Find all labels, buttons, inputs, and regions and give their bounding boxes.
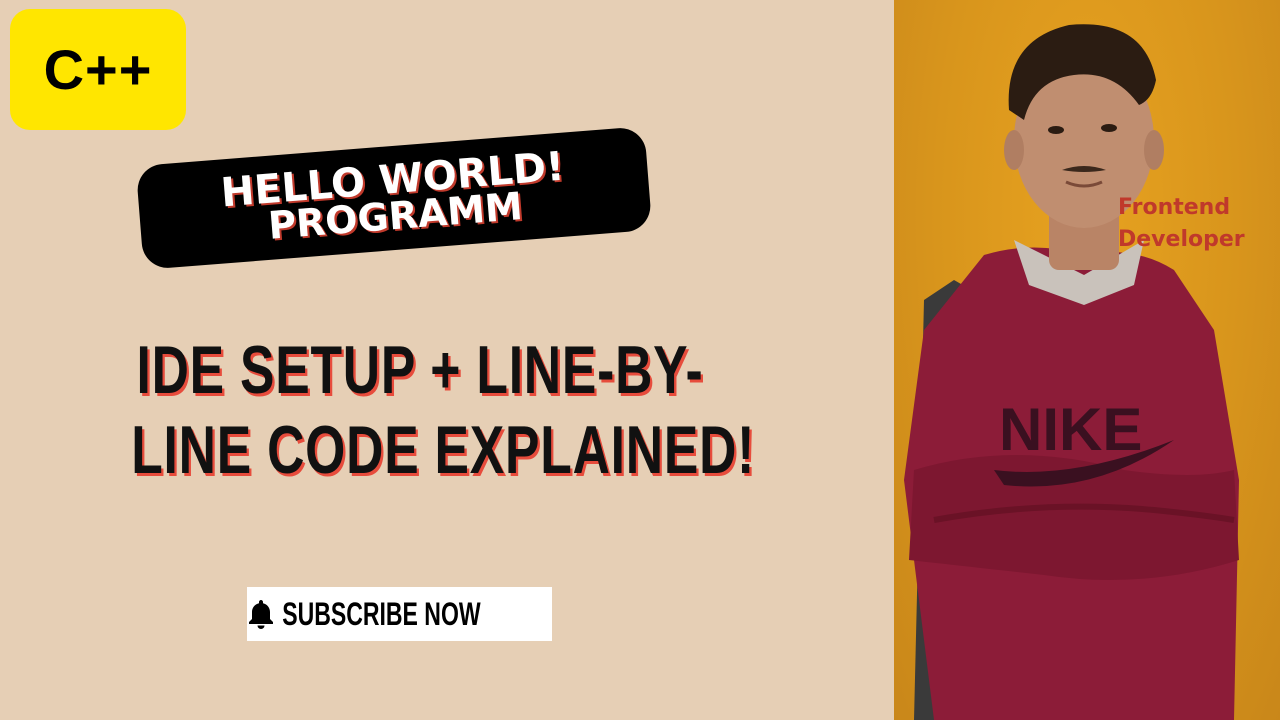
role-caption-line-1: Frontend <box>1118 195 1231 220</box>
headline: IDE SETUP + LINE-BY- LINE CODE EXPLAINED… <box>40 330 800 490</box>
subscribe-label: SUBSCRIBE NOW <box>282 595 481 632</box>
bell-icon <box>247 587 275 641</box>
hello-world-banner: HELLO WORLD! PROGRAMM <box>135 126 653 270</box>
presenter-photo: NIKE <box>894 0 1280 720</box>
subscribe-button[interactable]: SUBSCRIBE NOW <box>247 587 552 641</box>
headline-line-1: IDE SETUP + LINE-BY- <box>136 332 704 408</box>
presenter-illustration: NIKE <box>904 24 1239 720</box>
role-caption: Frontend Developer <box>1118 192 1245 256</box>
role-caption-line-2: Developer <box>1118 227 1245 252</box>
headline-line-2: LINE CODE EXPLAINED! <box>131 412 756 488</box>
cpp-badge: C++ <box>10 9 186 130</box>
shirt-logo-text: NIKE <box>999 396 1142 463</box>
cpp-badge-label: C++ <box>43 38 153 101</box>
